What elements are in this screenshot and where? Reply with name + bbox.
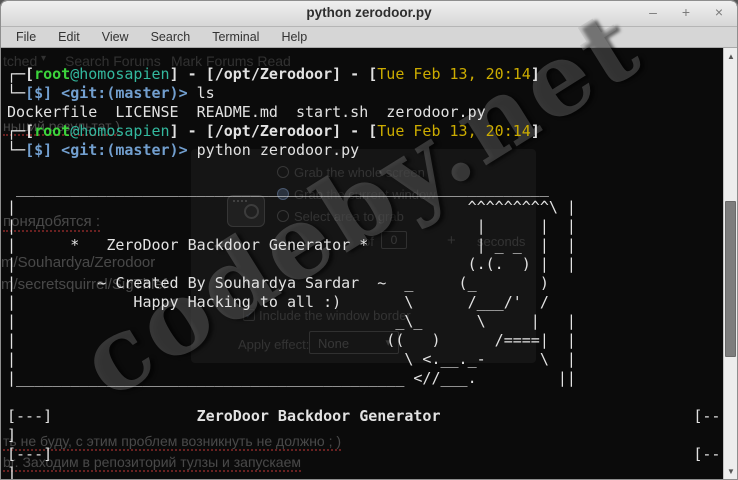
terminal-line: | ^^^^^^^^^\ |: [7, 198, 576, 216]
terminal-line: | (( ) /====| |: [7, 331, 576, 349]
menu-item-terminal[interactable]: Terminal: [201, 28, 270, 46]
scroll-up-button[interactable]: ▲: [724, 49, 737, 64]
terminal-line: |_______________________________________…: [7, 369, 576, 387]
terminal-window: python zerodoor.py – + × File Edit View Sea…: [0, 0, 738, 480]
terminal-screen[interactable]: tched ▾ Search Forums Mark Forums Read G…: [1, 1, 737, 480]
maximize-button[interactable]: +: [678, 4, 694, 24]
scroll-down-button[interactable]: ▼: [724, 464, 737, 479]
menu-item-search[interactable]: Search: [140, 28, 202, 46]
terminal-line: ________________________________________…: [7, 179, 549, 197]
terminal-line: └─[$] <git:(master)> ls: [7, 84, 215, 102]
minimize-button[interactable]: –: [645, 4, 661, 24]
window-titlebar[interactable]: python zerodoor.py – + ×: [1, 1, 737, 27]
menu-item-view[interactable]: View: [91, 28, 140, 46]
scrollbar-thumb[interactable]: [725, 201, 736, 357]
terminal-line: | Happy Hacking to all :) \ /___/' /: [7, 293, 549, 311]
terminal-output: ┌─[root@homosapien] - [/opt/Zerodoor] - …: [7, 65, 730, 480]
window-title: python zerodoor.py: [306, 5, 432, 20]
terminal-line: | ~ Created By Souhardya Sardar ~ _ (_ ): [7, 274, 549, 292]
terminal-line: | * ZeroDoor Backdoor Generator * | _ _ …: [7, 236, 576, 254]
terminal-line: [---] ZeroDoor Backdoor Generator [---: [7, 407, 730, 425]
terminal-line: [---] [---: [7, 445, 730, 463]
terminal-line: | _\_ \ | |: [7, 312, 576, 330]
terminal-line: ┌─[root@homosapien] - [/opt/Zerodoor] - …: [7, 65, 540, 83]
terminal-line: Dockerfile LICENSE README.md start.sh ze…: [7, 103, 486, 121]
menu-item-help[interactable]: Help: [270, 28, 318, 46]
terminal-line: | (.(. ) | |: [7, 255, 576, 273]
menu-item-file[interactable]: File: [5, 28, 47, 46]
terminal-line: ]: [7, 464, 17, 480]
terminal-line: ┌─[root@homosapien] - [/opt/Zerodoor] - …: [7, 122, 540, 140]
terminal-line: | | | |: [7, 217, 576, 235]
caret-down-icon: ▾: [41, 53, 47, 64]
terminal-line: ]: [7, 426, 17, 444]
terminal-line: | \ <.__._- \ |: [7, 350, 576, 368]
terminal-line: └─[$] <git:(master)> python zerodoor.py: [7, 141, 360, 159]
scrollbar-track[interactable]: ▲ ▼: [723, 48, 737, 479]
menu-item-edit[interactable]: Edit: [47, 28, 91, 46]
close-button[interactable]: ×: [711, 4, 727, 24]
